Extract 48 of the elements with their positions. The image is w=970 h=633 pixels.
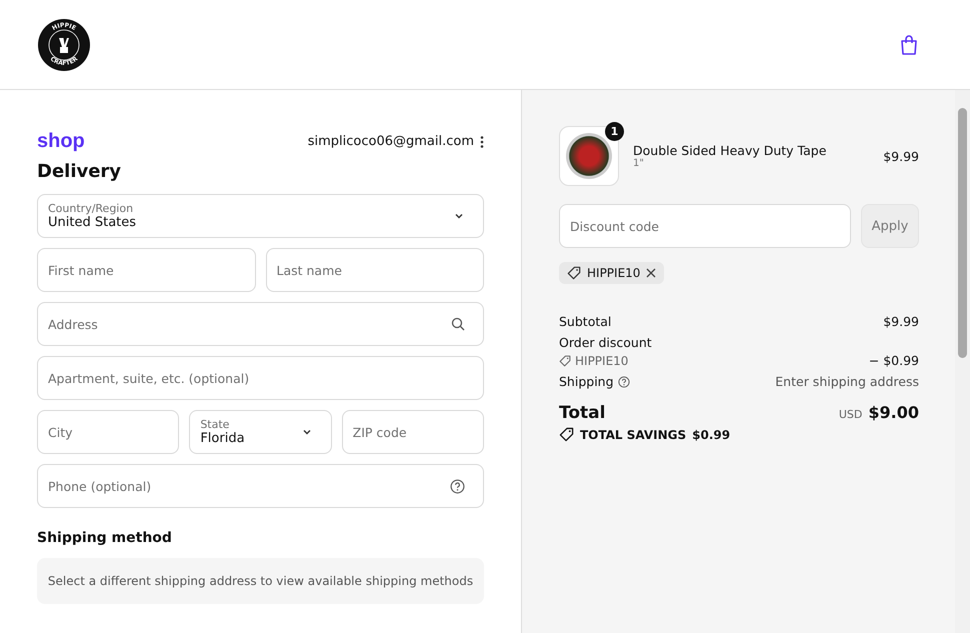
select-field[interactable]: Country/Region United States: [37, 194, 484, 238]
savings-label: TOTAL SAVINGS: [580, 428, 686, 442]
shipping-notice: Select a different shipping address to view available shipping methods: [37, 558, 484, 604]
currency: USD: [838, 408, 862, 421]
select-field[interactable]: State Florida: [189, 410, 332, 454]
summary-label: Shipping: [559, 374, 614, 389]
input-field[interactable]: Last name: [266, 248, 484, 292]
summary-label: Subtotal: [559, 314, 612, 329]
input-field[interactable]: Apartment, suite, etc. (optional): [37, 356, 484, 400]
input-field[interactable]: Phone (optional): [37, 464, 484, 508]
section-title: Delivery: [37, 161, 122, 182]
product-name: Double Sided Heavy Duty Tape: [633, 143, 828, 158]
tag-icon: [559, 355, 571, 367]
discount-code: HIPPIE10: [575, 354, 628, 368]
input-field[interactable]: Address: [37, 302, 484, 346]
field-label: State: [200, 418, 230, 431]
product-variant: 1": [633, 158, 645, 169]
summary-value: $9.99: [883, 314, 919, 329]
tag-icon: [567, 266, 581, 280]
summary-value: − $0.99: [868, 353, 919, 368]
account-email: simplicoco06@gmail.com: [308, 134, 474, 149]
more-icon[interactable]: [480, 134, 484, 148]
shopping-bag-icon[interactable]: [900, 34, 918, 54]
photo-placeholder: [566, 133, 612, 179]
summary-label: Order discount: [559, 335, 652, 350]
product-price: $9.99: [883, 148, 919, 164]
input-field[interactable]: First name: [37, 248, 256, 292]
search-icon: [451, 317, 465, 331]
help-icon: [450, 478, 465, 494]
help-icon: [618, 376, 630, 388]
tag-icon: [559, 427, 574, 442]
close-icon[interactable]: [646, 268, 656, 278]
section-title: Shipping method: [37, 530, 173, 546]
input-field[interactable]: City: [37, 410, 180, 454]
shop-logo: shop: [37, 130, 85, 153]
field-value: Florida: [200, 431, 246, 446]
input-field[interactable]: ZIP code: [342, 410, 484, 454]
quantity-badge: 1: [605, 122, 624, 141]
field-value: United States: [48, 215, 138, 230]
discount-field[interactable]: Discount code: [559, 204, 851, 248]
discount-code: HIPPIE10: [587, 266, 640, 280]
total-label: Total: [559, 403, 606, 423]
summary-value: Enter shipping address: [775, 374, 919, 389]
total-amount: $9.00: [868, 403, 919, 422]
field-label: Country/Region: [48, 202, 134, 215]
scrollbar-thumb[interactable]: [958, 108, 967, 358]
apply-button[interactable]: Apply: [861, 204, 919, 248]
savings-amount: $0.99: [692, 428, 730, 442]
